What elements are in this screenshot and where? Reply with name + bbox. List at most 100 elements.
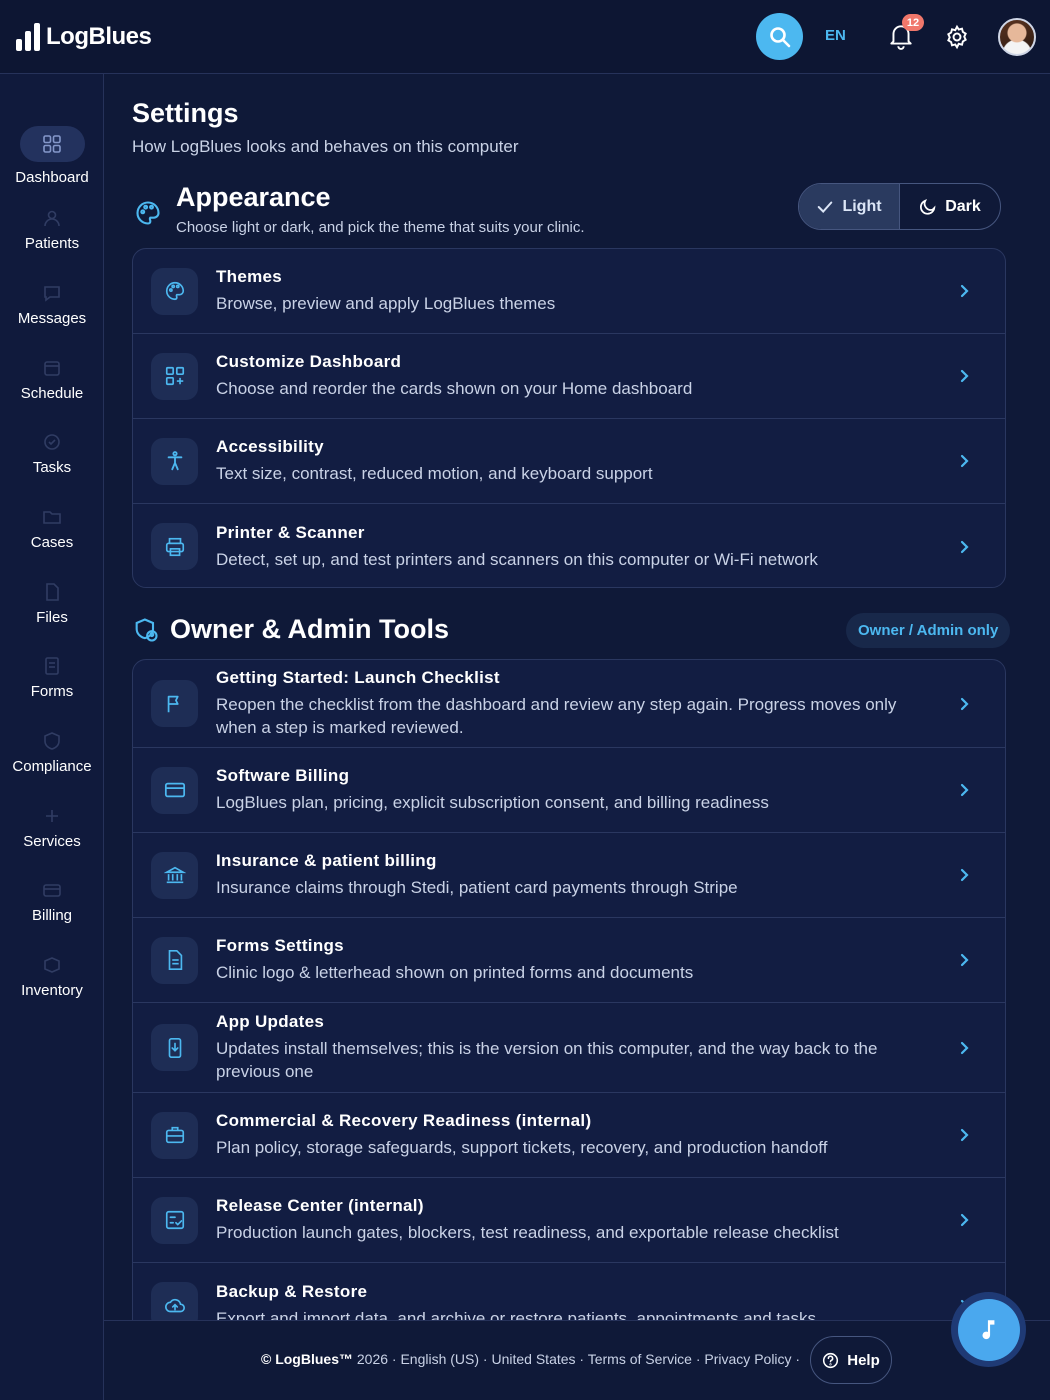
settings-row-release-center[interactable]: Release Center (internal) Production lau… <box>133 1178 1005 1263</box>
row-text: Themes Browse, preview and apply LogBlue… <box>216 267 935 315</box>
settings-row-backup-restore[interactable]: Backup & Restore Export and import data,… <box>133 1263 1005 1320</box>
row-title: Insurance & patient billing <box>216 851 437 870</box>
chevron-right-icon <box>960 953 969 967</box>
chevron-right-icon <box>960 868 969 882</box>
settings-row-accessibility[interactable]: Accessibility Text size, contrast, reduc… <box>133 419 1005 504</box>
shield-user-icon <box>135 617 158 642</box>
settings-row-insurance-billing[interactable]: Insurance & patient billing Insurance cl… <box>133 833 1005 918</box>
appearance-subtitle: Choose light or dark, and pick the theme… <box>176 219 585 236</box>
credit-card-icon <box>151 766 198 814</box>
sidebar-item-files[interactable]: Files <box>0 582 104 626</box>
sidebar-item-patients[interactable]: Patients <box>0 208 104 252</box>
row-desc: Choose and reorder the cards shown on yo… <box>216 379 693 398</box>
search-button[interactable] <box>756 13 803 60</box>
settings-row-software-billing[interactable]: Software Billing LogBlues plan, pricing,… <box>133 748 1005 833</box>
sidebar-item-billing[interactable]: Billing <box>0 880 104 924</box>
brand[interactable]: LogBlues <box>16 22 152 51</box>
row-desc: Production launch gates, blockers, test … <box>216 1223 839 1242</box>
sidebar-item-compliance[interactable]: Compliance <box>0 731 104 775</box>
row-desc: Detect, set up, and test printers and sc… <box>216 549 818 569</box>
chevron-right-icon <box>960 1041 969 1054</box>
row-desc: Text size, contrast, reduced motion, and… <box>216 464 653 483</box>
box-icon <box>44 957 60 973</box>
row-title: Release Center (internal) <box>216 1196 424 1215</box>
language-selector[interactable]: EN <box>825 27 846 44</box>
cloud-upload-icon <box>151 1282 198 1320</box>
sidebar-label: Cases <box>30 534 74 551</box>
gear-icon[interactable] <box>944 24 970 50</box>
row-desc: Insurance claims through Stedi, patient … <box>216 878 738 897</box>
fab-inner <box>957 1298 1020 1361</box>
palette-icon <box>136 201 160 225</box>
row-title: Printer & Scanner <box>216 522 365 542</box>
row-title: Forms Settings <box>216 936 344 955</box>
sidebar: Dashboard Patients Messages Schedule Tas… <box>0 74 104 1400</box>
row-text: Insurance & patient billing Insurance cl… <box>216 851 935 899</box>
settings-row-printer-scanner[interactable]: Printer & Scanner Detect, set up, and te… <box>133 504 1005 587</box>
row-desc: Updates install themselves; this is the … <box>216 1039 878 1081</box>
row-text: Accessibility Text size, contrast, reduc… <box>216 437 935 485</box>
admin-title: Owner & Admin Tools <box>170 614 450 644</box>
row-title: Backup & Restore <box>216 1281 368 1301</box>
logo-bars-icon <box>16 22 40 51</box>
settings-row-app-updates[interactable]: App Updates Updates install themselves; … <box>133 1003 1005 1093</box>
folder-icon <box>43 511 61 524</box>
help-button[interactable]: Help <box>810 1336 892 1384</box>
row-text: Software Billing LogBlues plan, pricing,… <box>216 766 935 814</box>
light-mode-button[interactable]: Light <box>799 184 900 229</box>
row-text: Printer & Scanner Detect, set up, and te… <box>216 523 935 571</box>
dashboard-add-icon <box>151 352 198 400</box>
sidebar-item-inventory[interactable]: Inventory <box>0 955 104 999</box>
settings-row-themes[interactable]: Themes Browse, preview and apply LogBlue… <box>133 249 1005 334</box>
row-title: Software Billing <box>216 766 350 785</box>
settings-row-commercial-readiness[interactable]: Commercial & Recovery Readiness (interna… <box>133 1093 1005 1178</box>
main-content: Settings How LogBlues looks and behaves … <box>104 74 1050 1320</box>
settings-row-forms-settings[interactable]: Forms Settings Clinic logo & letterhead … <box>133 918 1005 1003</box>
sidebar-label: Patients <box>24 235 80 252</box>
sidebar-label: Schedule <box>20 385 84 402</box>
admin-only-badge: Owner / Admin only <box>846 613 1011 648</box>
sidebar-active-pill <box>19 126 85 162</box>
dark-mode-label: Dark <box>945 197 981 215</box>
sidebar-item-services[interactable]: Services <box>0 806 104 850</box>
chevron-right-icon <box>960 783 969 797</box>
sidebar-item-schedule[interactable]: Schedule <box>0 358 104 402</box>
document-icon <box>151 936 198 984</box>
settings-row-customize-dashboard[interactable]: Customize Dashboard Choose and reorder t… <box>133 334 1005 419</box>
sidebar-label: Dashboard <box>15 169 89 186</box>
light-mode-label: Light <box>842 197 882 215</box>
help-label: Help <box>847 1351 880 1369</box>
top-bar: LogBlues EN 12 <box>0 0 1050 74</box>
row-text: Forms Settings Clinic logo & letterhead … <box>216 936 935 984</box>
dark-mode-button[interactable]: Dark <box>900 184 1000 229</box>
settings-row-launch-checklist[interactable]: Getting Started: Launch Checklist Reopen… <box>133 660 1005 748</box>
brand-name: LogBlues <box>46 22 152 50</box>
page-title: Settings <box>132 98 239 128</box>
chevron-right-icon <box>960 1213 969 1227</box>
row-desc: Export and import data, and archive or r… <box>216 1308 817 1321</box>
sidebar-item-messages[interactable]: Messages <box>0 283 104 327</box>
footer-links[interactable]: 2026 · English (US) · United States · Te… <box>353 1351 800 1367</box>
accessibility-icon <box>151 437 198 485</box>
row-title: Themes <box>216 267 283 286</box>
sidebar-item-dashboard[interactable]: Dashboard <box>0 126 104 186</box>
sidebar-item-cases[interactable]: Cases <box>0 507 104 551</box>
footer-text: © LogBlues™ 2026 · English (US) · United… <box>261 1351 800 1367</box>
music-fab-button[interactable] <box>951 1292 1026 1367</box>
top-actions: EN 12 <box>730 0 1050 74</box>
services-icon <box>46 810 58 822</box>
appearance-header: Appearance Choose light or dark, and pic… <box>132 182 585 236</box>
avatar[interactable] <box>998 18 1036 56</box>
chevron-right-icon <box>960 369 969 383</box>
sidebar-item-tasks[interactable]: Tasks <box>0 432 104 476</box>
calendar-icon <box>44 361 60 376</box>
message-icon <box>44 286 60 302</box>
printer-icon <box>151 523 198 570</box>
sidebar-item-forms[interactable]: Forms <box>0 656 104 700</box>
row-desc: Browse, preview and apply LogBlues theme… <box>216 294 556 313</box>
palette-icon <box>151 267 198 315</box>
briefcase-icon <box>151 1111 198 1159</box>
grid-icon <box>43 135 61 153</box>
page-subtitle: How LogBlues looks and behaves on this c… <box>132 137 519 156</box>
row-desc: Reopen the checklist from the dashboard … <box>216 695 897 737</box>
